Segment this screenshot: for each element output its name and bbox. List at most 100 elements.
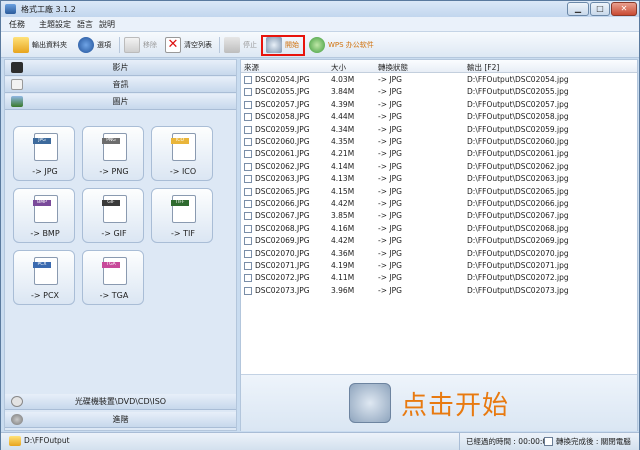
table-row[interactable]: DSC02060.JPG 4.35M -> JPG D:\FFOutput\DSC02… xyxy=(241,136,637,148)
col-output[interactable]: 輸出 [F2] xyxy=(467,62,499,73)
cell-output: D:\FFOutput\DSC02067.jpg xyxy=(467,211,569,221)
menu-task[interactable]: 任務 xyxy=(9,19,25,30)
format-jpg-label: -> JPG xyxy=(32,167,58,176)
cell-source: DSC02067.JPG xyxy=(255,211,310,221)
table-row[interactable]: DSC02073.JPG 3.96M -> JPG D:\FFOutput\DSC02… xyxy=(241,285,637,297)
output-folder-label: 輸出資料夾 xyxy=(32,41,67,49)
table-row[interactable]: DSC02069.JPG 4.42M -> JPG D:\FFOutput\DSC02… xyxy=(241,235,637,247)
options-button[interactable]: 選項 xyxy=(78,36,111,54)
options-label: 選項 xyxy=(97,41,111,49)
wps-icon xyxy=(309,37,325,53)
col-size[interactable]: 大小 xyxy=(331,62,346,73)
output-folder-button[interactable]: 輸出資料夾 xyxy=(13,36,67,54)
gear-icon xyxy=(78,37,94,53)
menu-language[interactable]: 語言 xyxy=(77,19,93,30)
col-status[interactable]: 轉換狀態 xyxy=(378,62,408,73)
category-advanced-label: 進階 xyxy=(112,415,129,424)
image-file-icon xyxy=(244,187,252,196)
table-row[interactable]: DSC02054.JPG 4.03M -> JPG D:\FFOutput\DSC02… xyxy=(241,74,637,86)
format-gif-tile[interactable]: GIF -> GIF xyxy=(82,188,144,243)
wps-button[interactable]: WPS 办公软件 xyxy=(309,36,374,54)
toolbar: 輸出資料夾 選項 移除 ✕ 清空列表 停止 開始 WPS 办公软件 xyxy=(1,32,639,58)
format-jpg-tile[interactable]: JPG -> JPG xyxy=(13,126,75,181)
category-picture-label: 圖片 xyxy=(112,97,129,106)
table-row[interactable]: DSC02071.JPG 4.19M -> JPG D:\FFOutput\DSC02… xyxy=(241,260,637,272)
image-file-icon xyxy=(244,237,252,246)
image-file-icon xyxy=(244,138,252,146)
table-row[interactable]: DSC02063.JPG 4.13M -> JPG D:\FFOutput\DSC02… xyxy=(241,173,637,185)
cell-status: -> JPG xyxy=(378,137,402,146)
title-bar: 格式工廠 3.1.2 ▁ □ ✕ xyxy=(1,1,639,17)
category-optical-drive[interactable]: 光碟機裝置\DVD\CD\ISO xyxy=(5,394,236,410)
cell-size: 4.42M xyxy=(331,199,355,208)
col-source[interactable]: 來源 xyxy=(244,62,259,73)
clear-list-label: 清空列表 xyxy=(184,41,212,49)
start-convert-icon xyxy=(349,383,391,423)
cell-size: 4.36M xyxy=(331,248,355,258)
clear-list-button[interactable]: ✕ 清空列表 xyxy=(165,36,212,54)
cell-status: -> JPG xyxy=(378,273,402,283)
table-row[interactable]: DSC02058.JPG 4.44M -> JPG D:\FFOutput\DSC02… xyxy=(241,111,637,123)
table-row[interactable]: DSC02059.JPG 4.34M -> JPG D:\FFOutput\DSC02… xyxy=(241,124,637,136)
category-video[interactable]: 影片 xyxy=(5,60,236,76)
format-ico-tile[interactable]: ICO -> ICO xyxy=(151,126,213,181)
cell-output: D:\FFOutput\DSC02054.jpg xyxy=(467,75,569,84)
table-header: 來源 大小 轉換狀態 輸出 [F2] xyxy=(241,60,637,73)
wps-label: WPS 办公软件 xyxy=(328,41,374,49)
format-bmp-tile[interactable]: BMP -> BMP xyxy=(13,188,75,243)
category-advanced[interactable]: 進階 xyxy=(5,412,236,428)
table-row[interactable]: DSC02068.JPG 4.16M -> JPG D:\FFOutput\DSC02… xyxy=(241,223,637,235)
cell-size: 4.19M xyxy=(331,261,355,270)
image-file-icon xyxy=(244,286,252,295)
table-row[interactable]: DSC02061.JPG 4.21M -> JPG D:\FFOutput\DSC02… xyxy=(241,148,637,160)
close-button[interactable]: ✕ xyxy=(611,2,637,16)
format-tif-tile[interactable]: TIFF -> TIF xyxy=(151,188,213,243)
cell-size: 4.21M xyxy=(331,149,355,159)
format-tga-tile[interactable]: TGA -> TGA xyxy=(82,250,144,305)
cell-status: -> JPG xyxy=(378,211,402,221)
cell-source: DSC02054.JPG xyxy=(255,75,310,84)
cell-source: DSC02057.JPG xyxy=(255,99,310,109)
cell-source: DSC02069.JPG xyxy=(255,236,310,246)
left-panel: 影片 音訊 圖片 JPG -> JPG PNG -> PNG ICO -> IC… xyxy=(4,59,237,431)
format-bmp-label: -> BMP xyxy=(30,229,60,238)
remove-button[interactable]: 移除 xyxy=(124,36,157,54)
table-row[interactable]: DSC02057.JPG 4.39M -> JPG D:\FFOutput\DSC02… xyxy=(241,99,637,111)
cell-output: D:\FFOutput\DSC02066.jpg xyxy=(467,199,569,208)
shutdown-checkbox[interactable] xyxy=(544,437,553,446)
table-row[interactable]: DSC02062.JPG 4.14M -> JPG D:\FFOutput\DSC02… xyxy=(241,161,637,173)
table-row[interactable]: DSC02070.JPG 4.36M -> JPG D:\FFOutput\DSC02… xyxy=(241,248,637,260)
app-logo-icon xyxy=(5,4,16,14)
category-picture[interactable]: 圖片 xyxy=(5,94,236,110)
category-audio[interactable]: 音訊 xyxy=(5,77,236,93)
window-title: 格式工廠 3.1.2 xyxy=(21,5,76,14)
maximize-button[interactable]: □ xyxy=(590,2,610,16)
format-png-tile[interactable]: PNG -> PNG xyxy=(82,126,144,181)
format-gif-label: -> GIF xyxy=(101,229,127,238)
tif-file-icon: TIFF xyxy=(171,195,196,223)
png-file-icon: PNG xyxy=(102,133,127,161)
stop-button[interactable]: 停止 xyxy=(224,36,257,54)
image-file-icon xyxy=(244,113,252,122)
start-banner[interactable]: 点击开始 xyxy=(241,374,637,431)
format-pcx-tile[interactable]: PCX -> PCX xyxy=(13,250,75,305)
output-path[interactable]: D:\FFOutput xyxy=(24,436,70,445)
category-video-label: 影片 xyxy=(112,63,129,72)
format-tif-label: -> TIF xyxy=(171,229,195,238)
image-file-icon xyxy=(244,224,252,233)
table-row[interactable]: DSC02067.JPG 3.85M -> JPG D:\FFOutput\DSC02… xyxy=(241,210,637,222)
menu-help[interactable]: 說明 xyxy=(99,19,115,30)
format-png-label: -> PNG xyxy=(99,167,129,176)
cell-size: 3.84M xyxy=(331,87,355,97)
cell-status: -> JPG xyxy=(378,112,402,122)
cell-output: D:\FFOutput\DSC02073.jpg xyxy=(467,285,569,295)
table-row[interactable]: DSC02055.JPG 3.84M -> JPG D:\FFOutput\DSC02… xyxy=(241,86,637,98)
minimize-button[interactable]: ▁ xyxy=(567,2,589,16)
table-row[interactable]: DSC02072.JPG 4.11M -> JPG D:\FFOutput\DSC02… xyxy=(241,272,637,284)
table-row[interactable]: DSC02066.JPG 4.42M -> JPG D:\FFOutput\DSC02… xyxy=(241,198,637,210)
cell-source: DSC02055.JPG xyxy=(255,87,310,97)
table-row[interactable]: DSC02065.JPG 4.15M -> JPG D:\FFOutput\DSC02… xyxy=(241,186,637,198)
image-file-icon xyxy=(244,125,252,134)
menu-theme[interactable]: 主題設定 xyxy=(39,19,71,30)
cell-output: D:\FFOutput\DSC02071.jpg xyxy=(467,261,569,270)
